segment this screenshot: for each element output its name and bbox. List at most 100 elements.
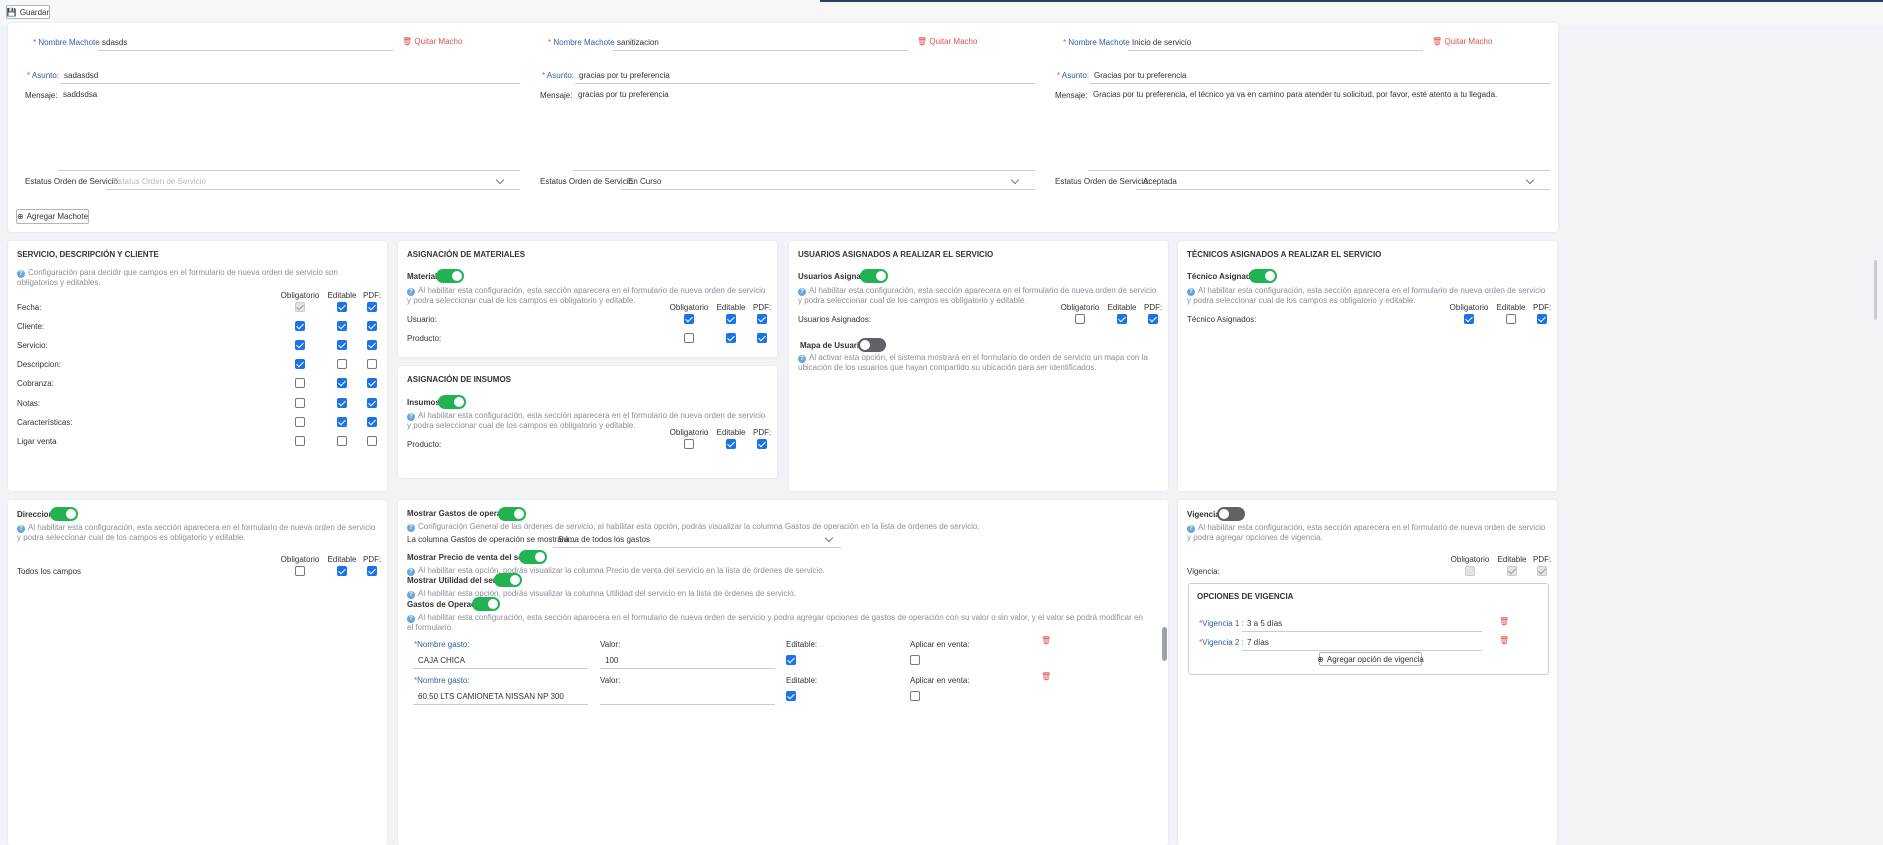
template-message-textarea[interactable]: Gracias por tu preferencia, el técnico y…: [1093, 90, 1497, 99]
checkbox-edit[interactable]: [337, 436, 347, 446]
checkbox-edit[interactable]: [726, 439, 736, 449]
template-name-input[interactable]: Inicio de servicio: [1132, 38, 1191, 47]
checkbox-edit[interactable]: [726, 314, 736, 324]
add-validity-option-button[interactable]: ⊕ Agregar opción de vigencia: [1317, 652, 1424, 666]
cost-column-select[interactable]: Suma de todos los gastos: [558, 535, 650, 544]
checkbox-edit[interactable]: [337, 302, 347, 312]
checkbox-pdf[interactable]: [367, 359, 377, 369]
supplies-toggle[interactable]: [438, 395, 466, 409]
checkbox-req[interactable]: [684, 333, 694, 343]
chevron-down-icon[interactable]: [495, 175, 505, 185]
show-util-toggle[interactable]: [494, 573, 522, 587]
template-subject-input[interactable]: Gracias por tu preferencia: [1094, 71, 1187, 80]
remove-template-button[interactable]: 🗑 Quitar Macho: [402, 37, 462, 46]
cost-name-input[interactable]: CAJA CHICA: [418, 656, 465, 665]
checkbox-req[interactable]: [295, 302, 305, 312]
checkbox-req[interactable]: [295, 359, 305, 369]
address-toggle[interactable]: [50, 507, 78, 521]
checkbox-req[interactable]: [684, 439, 694, 449]
col-pdf-header: PDF:: [363, 555, 382, 564]
remove-template-button[interactable]: 🗑 Quitar Macho: [917, 37, 977, 46]
validity-toggle[interactable]: [1217, 507, 1245, 521]
chevron-down-icon[interactable]: [1010, 175, 1020, 185]
checkbox-req[interactable]: [295, 378, 305, 388]
checkbox-edit[interactable]: [1507, 566, 1517, 576]
checkbox-pdf[interactable]: [367, 378, 377, 388]
techs-toggle[interactable]: [1249, 269, 1277, 283]
checkbox-edit[interactable]: [337, 359, 347, 369]
checkbox-pdf[interactable]: [757, 439, 767, 449]
checkbox-edit[interactable]: [337, 378, 347, 388]
checkbox-req[interactable]: [1464, 314, 1474, 324]
template-subject-input[interactable]: gracias por tu preferencia: [579, 71, 670, 80]
checkbox-req[interactable]: [295, 566, 305, 576]
template-name-input[interactable]: sanitizacion: [617, 38, 659, 47]
checkbox-req[interactable]: [684, 314, 694, 324]
template-status-select[interactable]: Estatus Orden de Servicio: [113, 177, 206, 186]
checkbox-pdf[interactable]: [757, 333, 767, 343]
checkbox-req[interactable]: [1465, 566, 1475, 576]
checkbox-edit[interactable]: [337, 417, 347, 427]
template-message-textarea[interactable]: gracias por tu preferencia: [578, 90, 669, 99]
checkbox-pdf[interactable]: [367, 398, 377, 408]
validity-option-input[interactable]: 7 días: [1247, 638, 1269, 647]
page-scrollbar[interactable]: [1874, 260, 1877, 320]
checkbox-pdf[interactable]: [367, 302, 377, 312]
checkbox-apply[interactable]: [910, 655, 920, 665]
cost-value-input[interactable]: 100: [605, 656, 618, 665]
template-message-textarea[interactable]: saddsdsa: [63, 90, 97, 99]
template-name-input[interactable]: sdasds: [102, 38, 127, 47]
users-toggle[interactable]: [860, 269, 888, 283]
template-message-label: Mensaje:: [25, 91, 58, 100]
trash-icon[interactable]: 🗑: [1499, 636, 1509, 645]
checkbox-pdf[interactable]: [367, 436, 377, 446]
checkbox-req[interactable]: [295, 398, 305, 408]
remove-template-button[interactable]: 🗑 Quitar Macho: [1432, 37, 1492, 46]
chevron-down-icon[interactable]: [824, 533, 834, 543]
checkbox-pdf[interactable]: [367, 417, 377, 427]
add-template-button[interactable]: ⊕ Agregar Machote: [16, 209, 89, 224]
trash-icon[interactable]: 🗑: [1041, 672, 1051, 681]
costs-scrollbar[interactable]: [1162, 627, 1167, 661]
template-status-select[interactable]: Aceptada: [1143, 177, 1177, 186]
checkbox-edit[interactable]: [1506, 314, 1516, 324]
checkbox-pdf[interactable]: [367, 340, 377, 350]
checkbox-edit[interactable]: [726, 333, 736, 343]
validity-option-input[interactable]: 3 a 5 días: [1247, 619, 1282, 628]
field-row-label: Cobranza:: [17, 379, 54, 388]
material-toggle[interactable]: [436, 269, 464, 283]
checkbox-pdf[interactable]: [367, 321, 377, 331]
checkbox-edit[interactable]: [337, 398, 347, 408]
show-costs-toggle[interactable]: [498, 507, 526, 521]
checkbox-req[interactable]: [295, 436, 305, 446]
chevron-down-icon[interactable]: [1525, 175, 1535, 185]
checkbox-pdf[interactable]: [1537, 314, 1547, 324]
checkbox-edit[interactable]: [1117, 314, 1127, 324]
save-button[interactable]: 💾 Guardar: [6, 5, 50, 19]
checkbox-pdf[interactable]: [1148, 314, 1158, 324]
supplies-card: ASIGNACIÓN DE INSUMOS Insumos ? Al habili…: [398, 366, 777, 478]
show-price-toggle[interactable]: [519, 550, 547, 564]
template-subject-input[interactable]: sadasdsd: [64, 71, 98, 80]
checkbox-edit[interactable]: [337, 340, 347, 350]
checkbox-pdf[interactable]: [1537, 566, 1547, 576]
checkbox-edit[interactable]: [337, 321, 347, 331]
ops-costs-toggle[interactable]: [472, 597, 500, 611]
checkbox-req[interactable]: [295, 321, 305, 331]
template-status-select[interactable]: En Curso: [628, 177, 661, 186]
checkbox-req[interactable]: [295, 417, 305, 427]
checkbox-req[interactable]: [295, 340, 305, 350]
checkbox-req[interactable]: [1075, 314, 1085, 324]
trash-icon[interactable]: 🗑: [1041, 636, 1051, 645]
checkbox-pdf[interactable]: [757, 314, 767, 324]
checkbox-editable[interactable]: [786, 691, 796, 701]
cost-name-input[interactable]: 60.50 LTS CAMIONETA NISSAN NP 300: [418, 692, 564, 701]
checkbox-editable[interactable]: [786, 655, 796, 665]
checkbox-edit[interactable]: [337, 566, 347, 576]
users-map-toggle[interactable]: [858, 338, 886, 352]
checkbox-pdf[interactable]: [367, 566, 377, 576]
trash-icon[interactable]: 🗑: [1499, 617, 1509, 626]
template-subject-underline: [575, 83, 1035, 84]
template-message-label: Mensaje:: [1055, 91, 1088, 100]
checkbox-apply[interactable]: [910, 691, 920, 701]
